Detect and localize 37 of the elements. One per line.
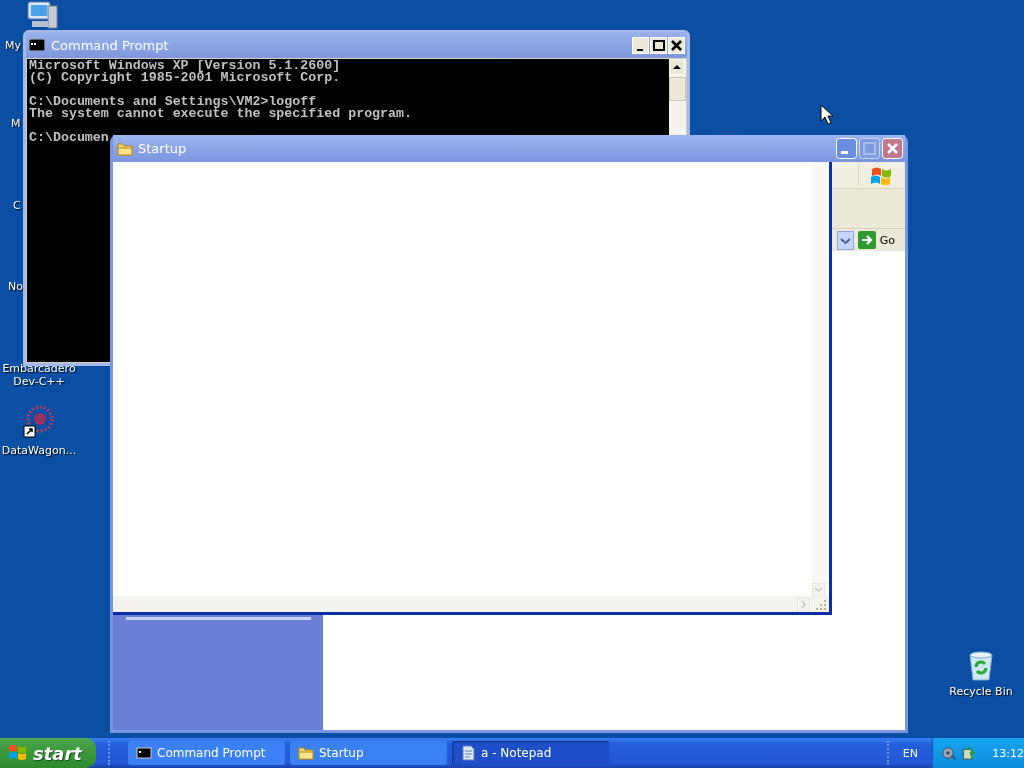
console-line: C:\Documents and Settings\VM2>logoff	[29, 96, 317, 108]
icon-label[interactable]: C	[13, 199, 21, 212]
minimize-button[interactable]	[632, 36, 649, 54]
taskbar-button[interactable]: Startup	[290, 741, 447, 765]
close-button[interactable]	[668, 36, 685, 54]
notepad-icon	[460, 745, 476, 761]
taskbar-button[interactable]: Command Prompt	[128, 741, 285, 765]
console-line: The system cannot execute the specified program.	[29, 108, 413, 120]
window-title: Command Prompt	[51, 37, 170, 53]
start-button[interactable]: start	[0, 738, 96, 768]
icon-label[interactable]: DataWagon...	[1, 444, 77, 457]
dropdown-button[interactable]	[836, 230, 854, 250]
icon-label[interactable]: My	[5, 39, 21, 52]
icon-label[interactable]: Embarcadero Dev-C++	[0, 362, 78, 388]
console-icon	[29, 39, 45, 51]
window-title: Startup	[138, 141, 188, 156]
maximize-button[interactable]	[650, 36, 667, 54]
mouse-cursor-icon	[820, 104, 834, 126]
network-icon[interactable]	[941, 744, 957, 762]
icon-label[interactable]: No	[8, 280, 23, 293]
vertical-scrollbar[interactable]	[812, 162, 827, 596]
language-indicator[interactable]: EN	[902, 746, 918, 760]
scroll-up-button[interactable]	[669, 59, 685, 75]
console-icon	[136, 745, 152, 761]
resize-grip-icon[interactable]	[814, 597, 827, 611]
safely-remove-icon[interactable]	[960, 744, 977, 762]
windows-logo-icon	[8, 744, 28, 762]
taskbar-button[interactable]: a - Notepad	[452, 741, 609, 765]
molecule-shortcut-icon[interactable]	[22, 405, 56, 441]
folder-icon	[298, 745, 314, 761]
icon-label[interactable]: M	[11, 117, 21, 130]
scroll-thumb[interactable]	[669, 77, 686, 101]
console-line: (C) Copyright 1985-2001 Microsoft Corp.	[29, 72, 342, 84]
icon-label[interactable]: Recycle Bin	[949, 685, 1013, 698]
console-line: C:\Documen	[29, 132, 110, 144]
folder-icon	[117, 140, 133, 157]
console-line: Microsoft Windows XP [Version 5.1.2600]	[29, 60, 342, 72]
